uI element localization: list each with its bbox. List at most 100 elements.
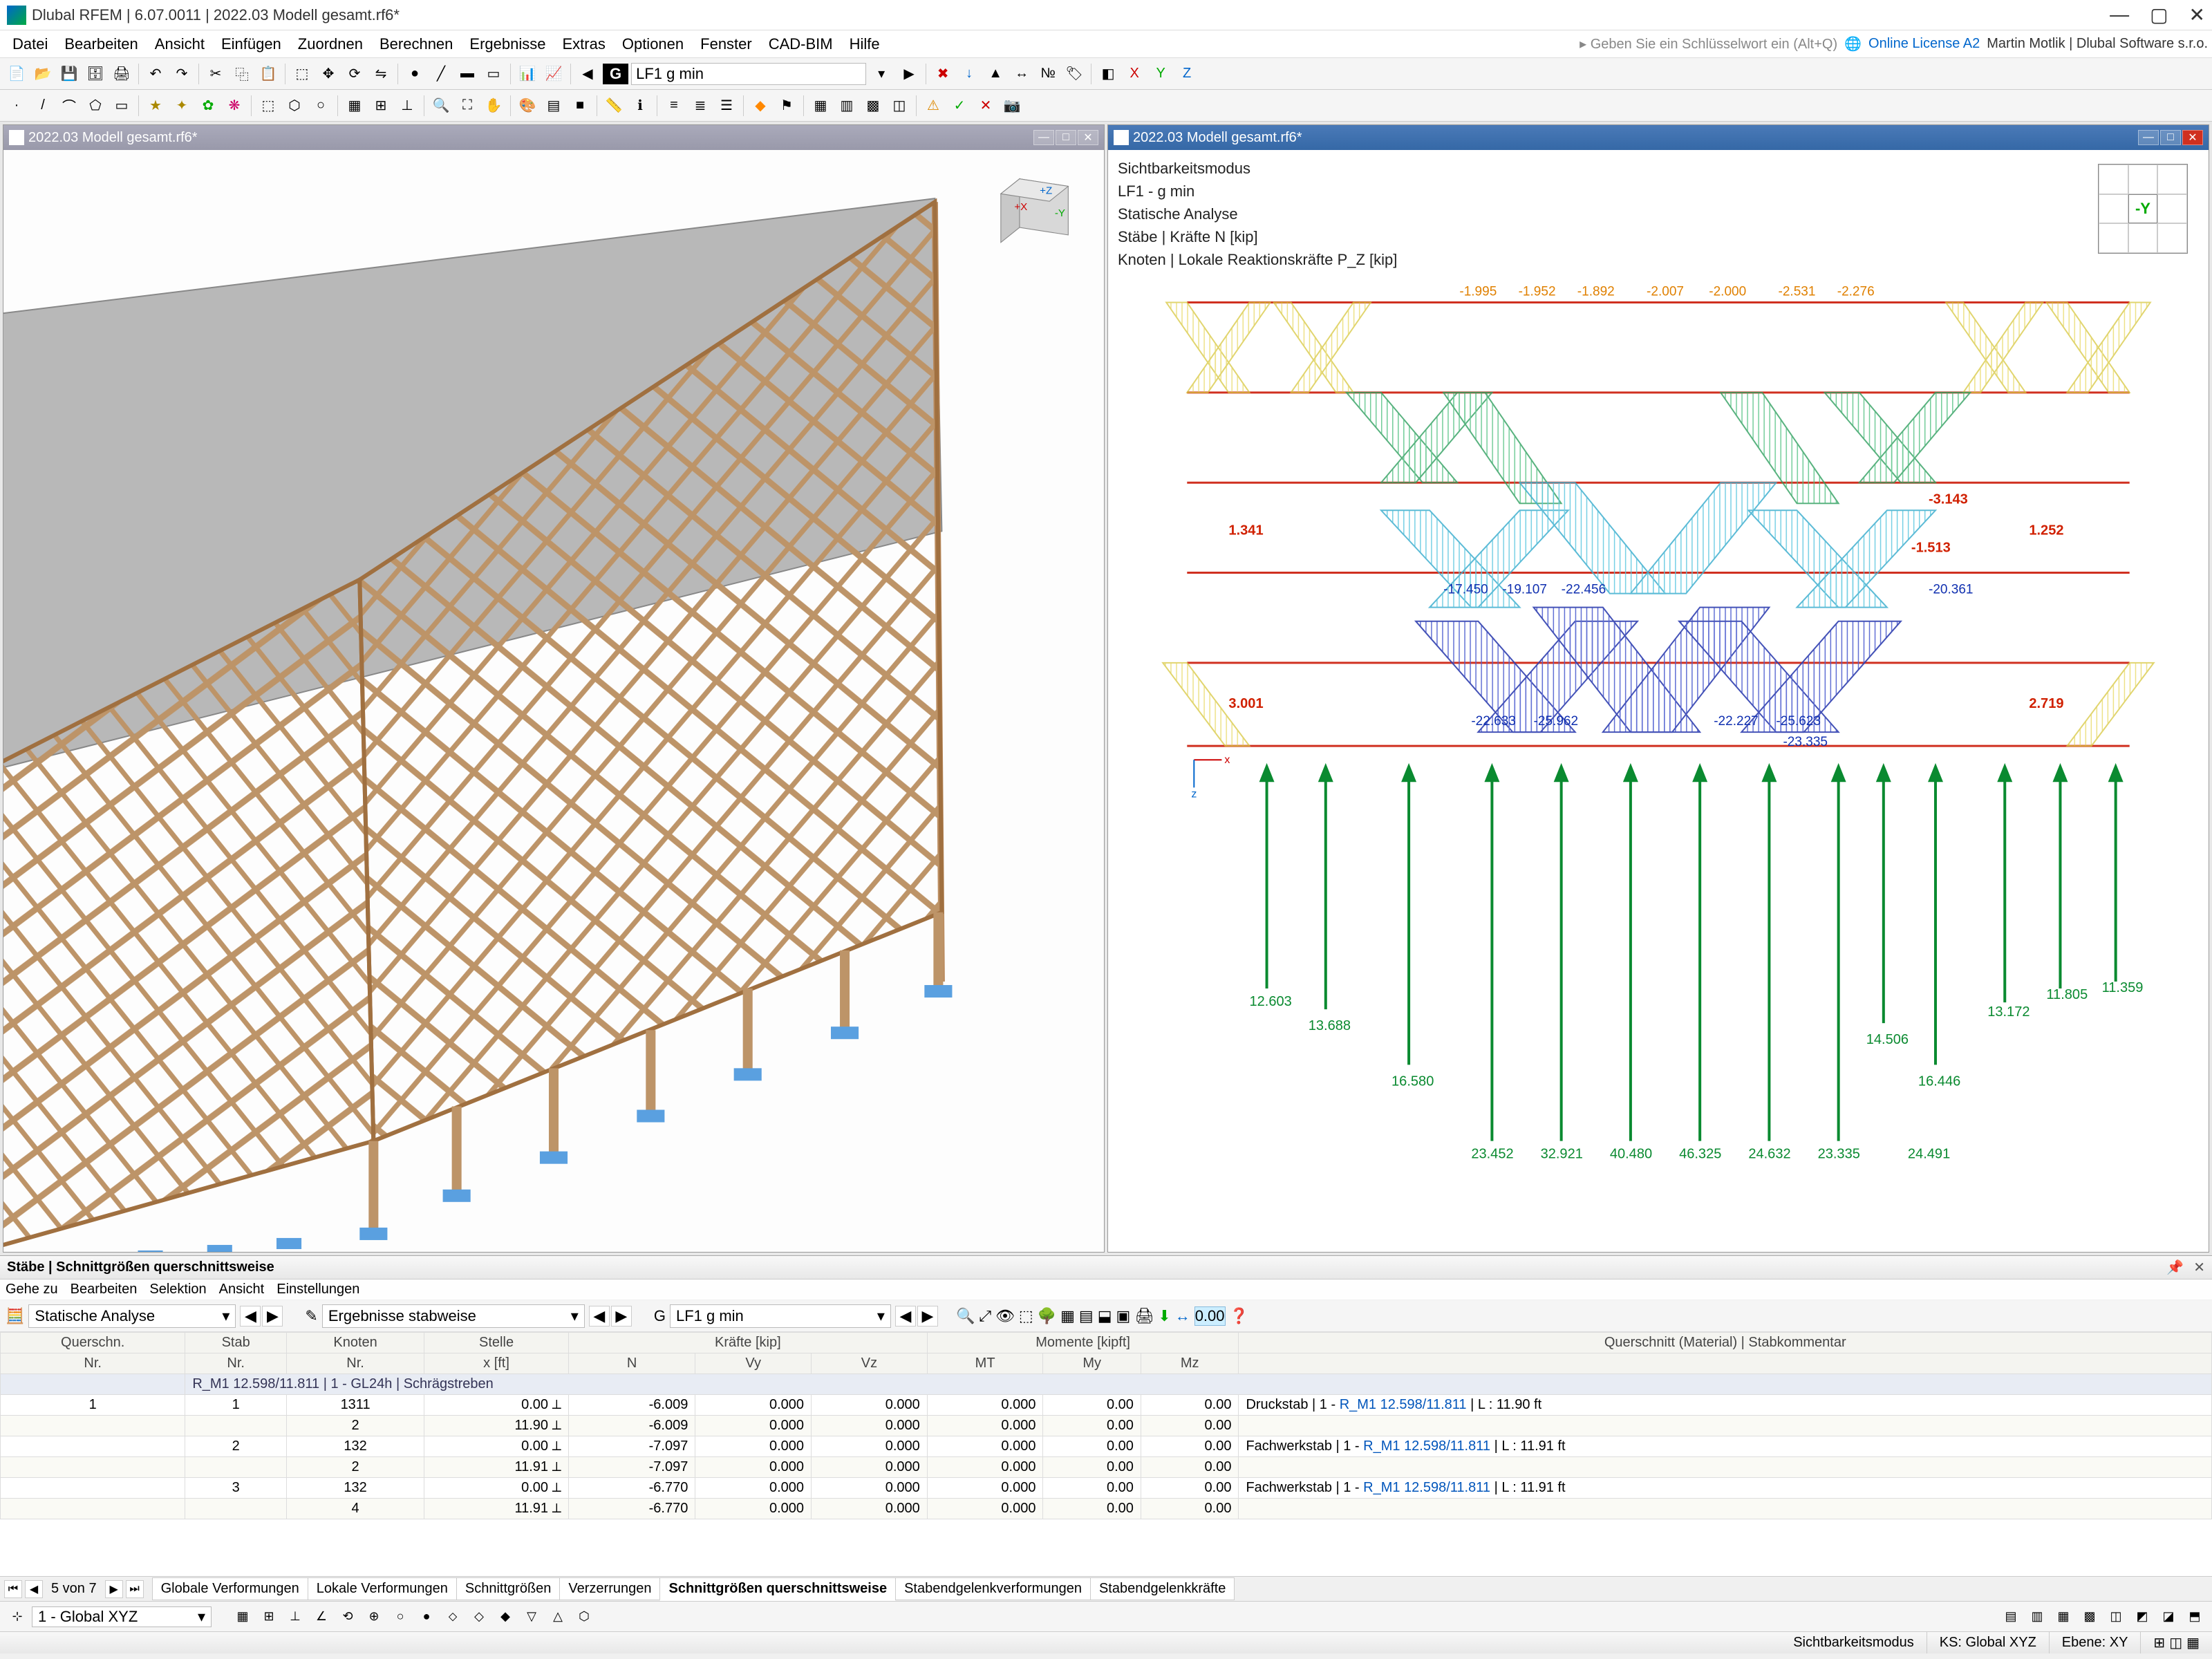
globe-icon[interactable]: 🌐 xyxy=(1844,35,1862,53)
st-b-icon[interactable]: ⊞ xyxy=(257,1605,281,1629)
cs-icon[interactable]: ⊹ xyxy=(6,1605,29,1629)
bp-menu-settings[interactable]: Einstellungen xyxy=(276,1282,359,1297)
info-icon[interactable]: ℹ xyxy=(628,93,653,118)
check-icon[interactable]: ✓ xyxy=(947,93,972,118)
open-icon[interactable]: 📂 xyxy=(30,62,55,86)
page-last[interactable]: ⏭ xyxy=(126,1580,144,1598)
mirror-icon[interactable]: ⇋ xyxy=(368,62,393,86)
rx3-icon[interactable]: ☰ xyxy=(714,93,739,118)
st-r5-icon[interactable]: ◫ xyxy=(2104,1605,2128,1629)
bp-t7-icon[interactable]: ▤ xyxy=(1079,1307,1094,1325)
analysis-next[interactable]: ▶ xyxy=(262,1306,283,1327)
status-i3-icon[interactable]: ▦ xyxy=(2186,1634,2200,1651)
lf-prev-icon[interactable]: ◀ xyxy=(575,62,600,86)
del-icon[interactable]: ✕ xyxy=(973,93,998,118)
doc-header-3d[interactable]: 2022.03 Modell gesamt.rf6* — □ ✕ xyxy=(3,125,1104,150)
redo-icon[interactable]: ↷ xyxy=(169,62,194,86)
license-label[interactable]: Online License A2 xyxy=(1868,36,1980,52)
bp-menu-edit[interactable]: Bearbeiten xyxy=(71,1282,138,1297)
table-row[interactable]: 21320.00 ⟂-7.0970.0000.0000.0000.000.00F… xyxy=(1,1436,2212,1457)
doc-close-icon[interactable]: ✕ xyxy=(1078,130,1098,145)
arc-icon[interactable]: ⌒ xyxy=(57,93,82,118)
menu-fenster[interactable]: Fenster xyxy=(692,35,760,53)
status-i2-icon[interactable]: ◫ xyxy=(2169,1634,2182,1651)
flag-icon[interactable]: ⚑ xyxy=(774,93,799,118)
panel-close-icon[interactable]: ✕ xyxy=(2193,1259,2205,1276)
tab-schnitt[interactable]: Schnittgrößen xyxy=(456,1577,561,1600)
line-icon[interactable]: ╱ xyxy=(429,62,453,86)
lf-selector[interactable]: LF1 g min xyxy=(631,63,866,85)
ln-icon[interactable]: / xyxy=(30,93,55,118)
st-r6-icon[interactable]: ◩ xyxy=(2130,1605,2154,1629)
menu-optionen[interactable]: Optionen xyxy=(614,35,692,53)
tab-lokale[interactable]: Lokale Verformungen xyxy=(308,1577,457,1600)
bp-t3-icon[interactable]: 👁 xyxy=(995,1307,1015,1325)
st-snap3-icon[interactable]: ◆ xyxy=(494,1605,517,1629)
st-snap6-icon[interactable]: ⬡ xyxy=(572,1605,596,1629)
menu-zuordnen[interactable]: Zuordnen xyxy=(290,35,371,53)
solid-icon[interactable]: ■ xyxy=(568,93,592,118)
bp-t9-icon[interactable]: ▣ xyxy=(1116,1307,1131,1325)
st-snap2-icon[interactable]: ◇ xyxy=(467,1605,491,1629)
page-next[interactable]: ▶ xyxy=(105,1580,123,1598)
save-icon[interactable]: 💾 xyxy=(57,62,82,86)
wiz2-icon[interactable]: ✦ xyxy=(169,93,194,118)
st-r4-icon[interactable]: ▩ xyxy=(2078,1605,2101,1629)
st-r3-icon[interactable]: ▦ xyxy=(2052,1605,2075,1629)
dim-icon[interactable]: ↔ xyxy=(1009,62,1034,86)
maximize-button[interactable]: ▢ xyxy=(2150,3,2168,26)
saveall-icon[interactable]: 🗄 xyxy=(83,62,108,86)
tb-a-icon[interactable]: ▦ xyxy=(808,93,833,118)
close-button[interactable]: ✕ xyxy=(2189,3,2205,26)
table-row[interactable]: 31320.00 ⟂-6.7700.0000.0000.0000.000.00F… xyxy=(1,1478,2212,1499)
bp-menu-view[interactable]: Ansicht xyxy=(219,1282,265,1297)
poly-icon[interactable]: ⬠ xyxy=(83,93,108,118)
bp-t8-icon[interactable]: ⬓ xyxy=(1098,1307,1112,1325)
pt-icon[interactable]: · xyxy=(4,93,29,118)
calc-icon[interactable]: 📊 xyxy=(515,62,540,86)
bp-menu-sel[interactable]: Selektion xyxy=(149,1282,206,1297)
table-row[interactable]: 211.91 ⟂-7.0970.0000.0000.0000.000.00 xyxy=(1,1457,2212,1478)
st-e-icon[interactable]: ⟲ xyxy=(336,1605,359,1629)
panel-pin-icon[interactable]: 📌 xyxy=(2166,1259,2184,1276)
menu-bearbeiten[interactable]: Bearbeiten xyxy=(56,35,146,53)
coordsys-select[interactable]: 1 - Global XYZ▾ xyxy=(32,1606,212,1627)
st-r7-icon[interactable]: ◪ xyxy=(2157,1605,2180,1629)
page-prev[interactable]: ◀ xyxy=(25,1580,43,1598)
wiz4-icon[interactable]: ❋ xyxy=(222,93,247,118)
doc-close-icon[interactable]: ✕ xyxy=(2182,130,2203,145)
view-y-icon[interactable]: Y xyxy=(1148,62,1173,86)
zoom-fit-icon[interactable]: ⛶ xyxy=(455,93,480,118)
rect-icon[interactable]: ▭ xyxy=(109,93,134,118)
results-next[interactable]: ▶ xyxy=(611,1306,632,1327)
bp-res-icon[interactable]: ✎ xyxy=(305,1307,317,1325)
surface-icon[interactable]: ▭ xyxy=(481,62,506,86)
color-icon[interactable]: ◆ xyxy=(748,93,773,118)
bp-t2-icon[interactable]: ⤢ xyxy=(979,1307,991,1325)
bp-t12-icon[interactable]: ↔ xyxy=(1175,1307,1190,1325)
st-d-icon[interactable]: ∠ xyxy=(310,1605,333,1629)
menu-hilfe[interactable]: Hilfe xyxy=(841,35,888,53)
sel-rect-icon[interactable]: ⬚ xyxy=(256,93,281,118)
bp-t1-icon[interactable]: 🔍 xyxy=(956,1307,975,1325)
wiz1-icon[interactable]: ★ xyxy=(143,93,168,118)
st-r1-icon[interactable]: ▤ xyxy=(1999,1605,2023,1629)
wiz3-icon[interactable]: ✿ xyxy=(196,93,221,118)
snap-icon[interactable]: ⊞ xyxy=(368,93,393,118)
member-icon[interactable]: ▬ xyxy=(455,62,480,86)
viewport-forces[interactable]: Sichtbarkeitsmodus LF1 - g min Statische… xyxy=(1108,150,2209,1252)
tab-schnittq[interactable]: Schnittgrößen querschnittsweise xyxy=(659,1577,896,1601)
doc-max-icon[interactable]: □ xyxy=(2160,130,2181,145)
tab-stabendv[interactable]: Stabendgelenkverformungen xyxy=(895,1577,1091,1600)
lf-next[interactable]: ▶ xyxy=(917,1306,938,1327)
bp-t13-icon[interactable]: 0.00 xyxy=(1194,1306,1226,1326)
sel-poly-icon[interactable]: ⬡ xyxy=(282,93,307,118)
st-h-icon[interactable]: ● xyxy=(415,1605,438,1629)
menu-extras[interactable]: Extras xyxy=(554,35,613,53)
lf-next-icon[interactable]: ▶ xyxy=(897,62,921,86)
rx2-icon[interactable]: ≣ xyxy=(688,93,713,118)
view-iso-icon[interactable]: ◧ xyxy=(1096,62,1121,86)
menu-berechnen[interactable]: Berechnen xyxy=(371,35,461,53)
table-row[interactable]: 211.90 ⟂-6.0090.0000.0000.0000.000.00 xyxy=(1,1416,2212,1436)
warn-icon[interactable]: ⚠ xyxy=(921,93,946,118)
